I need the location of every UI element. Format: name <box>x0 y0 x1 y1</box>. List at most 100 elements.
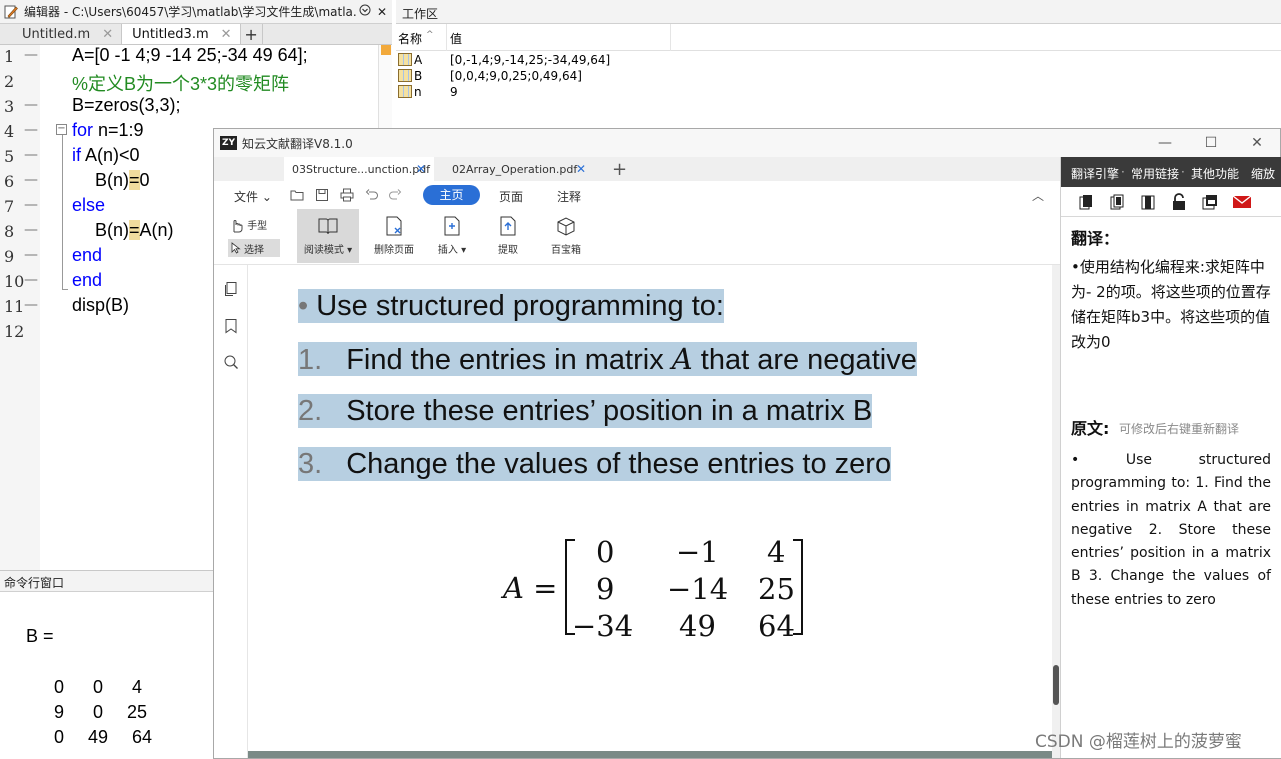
menu-annotate-tab[interactable]: 注释 <box>557 188 581 205</box>
workspace-row[interactable]: B [0,0,4;9,0,25;0,49,64] <box>396 68 1281 84</box>
doc-tab-structure[interactable]: 03Structure...unction.pdf ✕ <box>284 157 434 181</box>
mail-icon[interactable] <box>1232 193 1252 211</box>
translation-panel: 翻译引擎 · 常用链接 · 其他功能 缩放 翻译： •使用结构化编程来:求矩阵中… <box>1060 157 1281 758</box>
treasure-box-button[interactable]: 百宝箱 <box>546 209 586 263</box>
matrix-icon <box>398 85 412 98</box>
code-fold-line <box>62 132 63 289</box>
folder-open-icon[interactable] <box>290 187 304 201</box>
line-number: 8— <box>4 222 38 241</box>
code-line-9[interactable]: end <box>72 245 102 270</box>
line-number: 1— <box>4 47 38 66</box>
pdf-viewer[interactable]: • Use structured programming to: 1. Find … <box>248 265 1060 758</box>
list-number: 2. <box>298 395 323 427</box>
list-text: Change the values of these entries to ze… <box>346 448 892 480</box>
output-cell: 25 <box>127 702 148 722</box>
menu-page-tab[interactable]: 页面 <box>499 188 523 205</box>
copy-translation-icon[interactable] <box>1108 193 1126 211</box>
extract-button[interactable]: 提取 <box>488 209 528 263</box>
pdf-list-item[interactable]: 1. Find the entries in matrix A that are … <box>298 342 917 376</box>
column-name-header[interactable]: 名称 <box>398 30 422 47</box>
close-icon[interactable]: ✕ <box>416 162 426 176</box>
bookmark-icon[interactable] <box>223 318 239 334</box>
editor-tab-untitled[interactable]: Untitled.m ✕ <box>0 24 123 44</box>
close-icon[interactable]: ✕ <box>221 27 232 42</box>
line-number: 10— <box>4 272 38 291</box>
source-text-editor[interactable]: • Use structured programming to: 1. Find… <box>1071 449 1271 612</box>
column-divider[interactable] <box>670 24 671 51</box>
pdf-list-item[interactable]: 2. Store these entries’ position in a mat… <box>298 394 873 428</box>
pdf-list-item[interactable]: 3. Change the values of these entries to … <box>298 447 892 481</box>
line-number: 6— <box>4 172 38 191</box>
code-line-11[interactable]: disp(B) <box>72 295 129 320</box>
tab-translate-engine[interactable]: 翻译引擎 <box>1071 165 1119 182</box>
column-divider[interactable] <box>446 24 447 51</box>
copy-source-icon[interactable] <box>1139 193 1157 211</box>
close-icon[interactable]: ✕ <box>576 162 586 176</box>
hand-tool-button[interactable]: 手型 <box>230 217 267 233</box>
matrix-icon <box>398 53 412 66</box>
line-number: 3— <box>4 97 38 116</box>
editor-tab-untitled3[interactable]: Untitled3.m ✕ <box>122 24 241 44</box>
editor-tab-label: Untitled.m <box>22 26 91 42</box>
pdf-scrollbar-thumb[interactable] <box>1053 665 1059 705</box>
matrix-cell: 64 <box>758 609 795 643</box>
copy-icon[interactable] <box>1077 193 1095 211</box>
matrix-cell: 4 <box>767 535 786 569</box>
thumbnails-icon[interactable] <box>223 281 239 297</box>
select-tool-button[interactable]: 选择 <box>228 239 280 257</box>
line-number: 12 <box>4 322 25 341</box>
save-icon[interactable] <box>315 187 329 201</box>
column-value-header[interactable]: 值 <box>450 30 462 47</box>
tab-common-links[interactable]: 常用链接 <box>1131 165 1179 182</box>
insert-button[interactable]: 插入 ▾ <box>432 209 472 263</box>
source-heading: 原文: <box>1071 419 1110 438</box>
delete-page-icon <box>383 215 405 237</box>
code-fold-toggle[interactable]: − <box>56 124 67 135</box>
window-icon[interactable] <box>1201 193 1219 211</box>
workspace-row[interactable]: A [0,-1,4;9,-14,25;-34,49,64] <box>396 52 1281 68</box>
code-line-7[interactable]: else <box>72 195 105 220</box>
redo-icon[interactable] <box>388 187 402 201</box>
var-value: [0,0,4;9,0,25;0,49,64] <box>450 69 582 83</box>
pdf-headline[interactable]: • Use structured programming to: <box>298 289 724 323</box>
tab-zoom[interactable]: 缩放 <box>1251 165 1275 182</box>
workspace-row[interactable]: n 9 <box>396 84 1281 100</box>
undo-icon[interactable] <box>365 187 379 201</box>
code-line-4[interactable]: for n=1:9 <box>72 120 144 145</box>
editor-close-icon[interactable]: ✕ <box>375 5 389 19</box>
doc-tab-array[interactable]: 02Array_Operation.pdf ✕ <box>444 157 594 181</box>
pdf-scrollbar[interactable] <box>1052 265 1060 758</box>
search-icon[interactable] <box>223 354 239 370</box>
collapse-ribbon-icon[interactable]: ︿ <box>1032 187 1044 204</box>
translation-text[interactable]: •使用结构化编程来:求矩阵中为- 2的项。将这些项的位置存储在矩阵b3中。将这些… <box>1071 255 1271 355</box>
code-line-10[interactable]: end <box>72 270 102 295</box>
sort-icon[interactable]: ^ <box>426 30 434 40</box>
print-icon[interactable] <box>340 187 354 202</box>
close-icon[interactable]: ✕ <box>102 27 113 42</box>
unlock-icon[interactable] <box>1170 193 1188 211</box>
menu-home-tab[interactable]: 主页 <box>423 185 480 205</box>
code-line-3[interactable]: B=zeros(3,3); <box>72 95 181 120</box>
if-condition: A(n)<0 <box>81 145 140 165</box>
warning-marker[interactable] <box>381 45 391 55</box>
code-line-2-comment[interactable]: %定义B为一个3*3的零矩阵 <box>72 70 289 95</box>
output-cell: 49 <box>88 727 109 747</box>
add-document-tab-button[interactable]: + <box>612 159 627 180</box>
code-line-5[interactable]: if A(n)<0 <box>72 145 140 170</box>
matrix-equation: A = 0 −1 4 9 −14 25 −34 49 64 <box>503 535 823 645</box>
add-tab-button[interactable]: + <box>241 24 263 44</box>
command-window: 命令行窗口 B = 0 0 4 9 0 25 0 49 64 <box>0 570 213 759</box>
read-mode-button[interactable]: 阅读模式 ▾ <box>297 209 359 263</box>
code-line-1[interactable]: A=[0 -1 4;9 -14 25;-34 49 64]; <box>72 45 308 70</box>
line-number: 9— <box>4 247 38 266</box>
delete-page-button[interactable]: 删除页面 <box>369 209 419 263</box>
maximize-button[interactable]: ☐ <box>1188 135 1234 151</box>
code-line-8[interactable]: B(n)=A(n) <box>95 220 174 245</box>
menu-file[interactable]: 文件 ⌄ <box>234 188 272 205</box>
minimize-button[interactable]: — <box>1142 135 1188 151</box>
tab-other-functions[interactable]: 其他功能 <box>1191 165 1239 182</box>
pdf-page[interactable]: • Use structured programming to: 1. Find … <box>248 265 1052 758</box>
close-button[interactable]: ✕ <box>1234 135 1280 151</box>
code-line-6[interactable]: B(n)=0 <box>95 170 150 195</box>
editor-options-icon[interactable] <box>358 4 372 19</box>
